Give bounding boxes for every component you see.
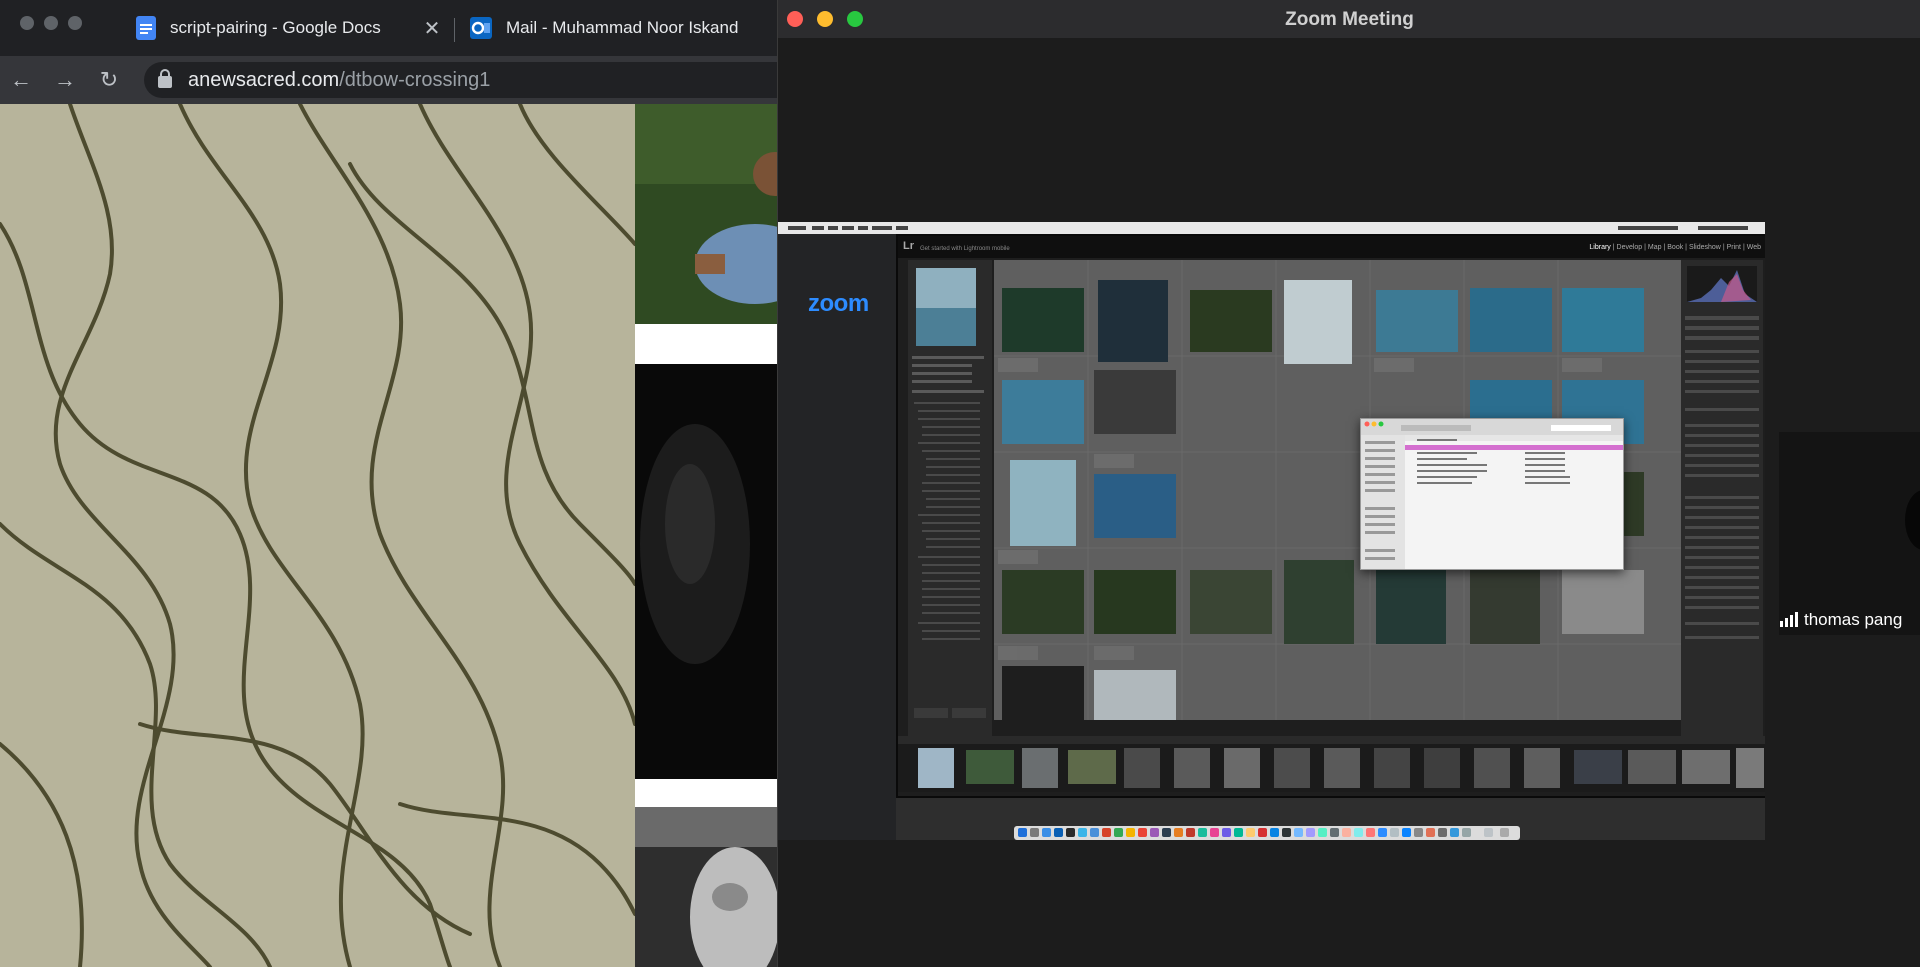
lightroom-logo: Lr	[903, 240, 914, 252]
lightroom-filmstrip[interactable]	[898, 736, 1765, 792]
shared-screen: zoom Lr Get started with Lightroom mobil…	[778, 222, 1765, 840]
finder-window[interactable]	[1360, 418, 1624, 570]
finder-toolbar	[1361, 419, 1623, 435]
lightroom-photo-grid[interactable]	[994, 260, 1682, 720]
url-domain: anewsacred.com	[188, 68, 340, 91]
line-artwork-image	[0, 104, 637, 967]
zoom-logo: zoom	[808, 290, 869, 317]
module-library[interactable]: Library	[1589, 244, 1610, 251]
module-map[interactable]: Map	[1648, 244, 1662, 251]
web-content	[0, 104, 777, 967]
participant-name: thomas pang	[1804, 610, 1903, 629]
reload-icon[interactable]: ↻	[94, 65, 124, 95]
dark-texture-photo[interactable]	[635, 364, 777, 779]
window-minimize-button[interactable]	[44, 16, 58, 30]
zoom-window: Zoom Meeting zoom Lr Get started with Li…	[777, 0, 1920, 967]
module-slideshow[interactable]: Slideshow	[1689, 244, 1721, 251]
lightroom-left-panel	[908, 260, 992, 738]
close-tab-icon[interactable]: ✕	[422, 16, 442, 41]
zoom-titlebar: Zoom Meeting	[778, 0, 1920, 38]
lightroom-right-panel	[1681, 260, 1763, 738]
lightroom-window: Lr Get started with Lightroom mobile Lib…	[896, 234, 1765, 798]
signal-strength-icon	[1780, 612, 1798, 627]
module-print[interactable]: Print	[1727, 244, 1741, 251]
chrome-window: script-pairing - Google Docs ✕ Mail - Mu…	[0, 0, 777, 967]
portrait-photo-grass[interactable]	[635, 104, 777, 324]
module-develop[interactable]: Develop	[1617, 244, 1643, 251]
finder-sidebar	[1361, 435, 1405, 569]
bw-portrait-photo[interactable]	[635, 807, 777, 967]
window-title: Zoom Meeting	[1285, 9, 1414, 30]
module-web[interactable]: Web	[1747, 244, 1761, 251]
tab-label: Mail - Muhammad Noor Iskand	[506, 18, 739, 37]
lightroom-topbar: Lr Get started with Lightroom mobile Lib…	[898, 236, 1765, 258]
address-bar[interactable]: anewsacred.com /dtbow-crossing1	[144, 62, 777, 98]
zoom-background-panel: zoom	[778, 234, 896, 840]
tab-outlook-mail[interactable]: Mail - Muhammad Noor Iskand	[470, 8, 777, 48]
remote-dock	[1014, 826, 1520, 840]
browser-toolbar: ← → ↻ anewsacred.com /dtbow-crossing1	[0, 56, 777, 104]
window-close-button[interactable]	[20, 16, 34, 30]
tab-strip: script-pairing - Google Docs ✕ Mail - Mu…	[0, 0, 777, 56]
url-path: /dtbow-crossing1	[339, 68, 491, 91]
remote-menubar	[778, 222, 1765, 234]
back-icon[interactable]: ←	[6, 65, 36, 95]
tab-google-docs[interactable]: script-pairing - Google Docs ✕	[136, 8, 442, 48]
module-picker: Library | Develop | Map | Book | Slidesh…	[1589, 244, 1761, 251]
tab-separator	[454, 18, 455, 42]
tab-label: script-pairing - Google Docs	[170, 18, 381, 37]
participant-video	[1905, 490, 1920, 550]
lock-icon	[158, 69, 172, 88]
forward-icon[interactable]: →	[50, 65, 80, 95]
outlook-icon	[470, 17, 492, 39]
window-zoom-button[interactable]	[68, 16, 82, 30]
lightroom-subtitle: Get started with Lightroom mobile	[920, 246, 1010, 252]
participant-name-label: thomas pang	[1779, 608, 1902, 632]
participant-video-tile[interactable]: thomas pang	[1779, 432, 1920, 635]
module-book[interactable]: Book	[1667, 244, 1683, 251]
google-docs-icon	[136, 16, 156, 40]
